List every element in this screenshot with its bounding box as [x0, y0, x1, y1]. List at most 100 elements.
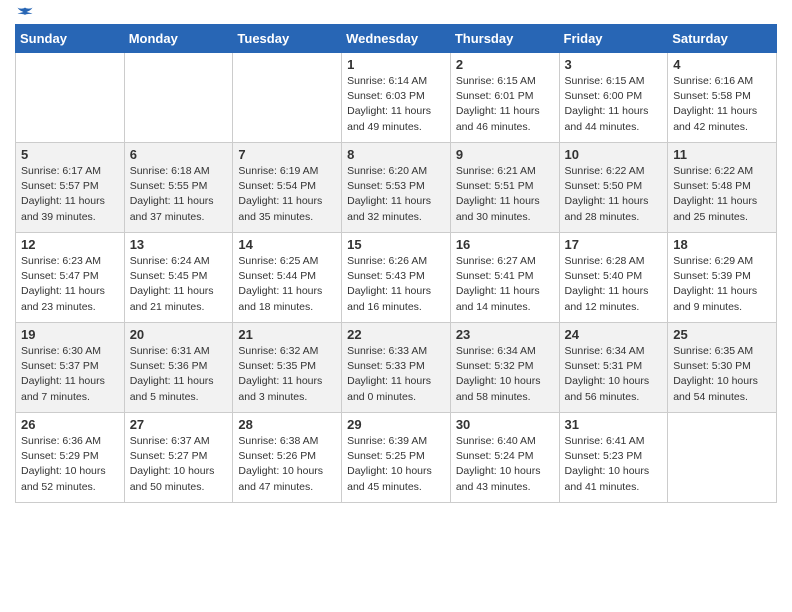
- calendar-week-row: 12 Sunrise: 6:23 AM Sunset: 5:47 PM Dayli…: [16, 233, 777, 323]
- day-number: 19: [21, 327, 119, 342]
- day-info: Sunrise: 6:26 AM Sunset: 5:43 PM Dayligh…: [347, 254, 445, 315]
- calendar-cell: 1 Sunrise: 6:14 AM Sunset: 6:03 PM Daylig…: [342, 53, 451, 143]
- calendar-cell: 11Sunrise: 6:22 AM Sunset: 5:48 PM Dayli…: [668, 143, 777, 233]
- day-info: Sunrise: 6:19 AM Sunset: 5:54 PM Dayligh…: [238, 164, 336, 225]
- day-info: Sunrise: 6:22 AM Sunset: 5:50 PM Dayligh…: [565, 164, 663, 225]
- day-number: 25: [673, 327, 771, 342]
- day-number: 22: [347, 327, 445, 342]
- calendar-table: SundayMondayTuesdayWednesdayThursdayFrid…: [15, 24, 777, 503]
- calendar-cell: 21Sunrise: 6:32 AM Sunset: 5:35 PM Dayli…: [233, 323, 342, 413]
- header: [15, 10, 777, 20]
- day-number: 20: [130, 327, 228, 342]
- calendar-cell: 17 Sunrise: 6:28 AM Sunset: 5:40 PM Dayli…: [559, 233, 668, 323]
- day-number: 26: [21, 417, 119, 432]
- calendar-cell: 4 Sunrise: 6:16 AM Sunset: 5:58 PM Daylig…: [668, 53, 777, 143]
- calendar-header-friday: Friday: [559, 25, 668, 53]
- calendar-cell: 24Sunrise: 6:34 AM Sunset: 5:31 PM Dayli…: [559, 323, 668, 413]
- calendar-cell: 14 Sunrise: 6:25 AM Sunset: 5:44 PM Dayli…: [233, 233, 342, 323]
- day-info: Sunrise: 6:30 AM Sunset: 5:37 PM Dayligh…: [21, 344, 119, 405]
- day-number: 14: [238, 237, 336, 252]
- calendar-cell: 15 Sunrise: 6:26 AM Sunset: 5:43 PM Dayli…: [342, 233, 451, 323]
- day-info: Sunrise: 6:22 AM Sunset: 5:48 PM Dayligh…: [673, 164, 771, 225]
- day-info: Sunrise: 6:36 AM Sunset: 5:29 PM Dayligh…: [21, 434, 119, 495]
- day-info: Sunrise: 6:39 AM Sunset: 5:25 PM Dayligh…: [347, 434, 445, 495]
- day-number: 6: [130, 147, 228, 162]
- day-info: Sunrise: 6:37 AM Sunset: 5:27 PM Dayligh…: [130, 434, 228, 495]
- day-info: Sunrise: 6:41 AM Sunset: 5:23 PM Dayligh…: [565, 434, 663, 495]
- day-info: Sunrise: 6:28 AM Sunset: 5:40 PM Dayligh…: [565, 254, 663, 315]
- day-info: Sunrise: 6:18 AM Sunset: 5:55 PM Dayligh…: [130, 164, 228, 225]
- calendar-cell: 22 Sunrise: 6:33 AM Sunset: 5:33 PM Dayli…: [342, 323, 451, 413]
- day-info: Sunrise: 6:25 AM Sunset: 5:44 PM Dayligh…: [238, 254, 336, 315]
- day-info: Sunrise: 6:34 AM Sunset: 5:32 PM Dayligh…: [456, 344, 554, 405]
- day-info: Sunrise: 6:23 AM Sunset: 5:47 PM Dayligh…: [21, 254, 119, 315]
- day-info: Sunrise: 6:14 AM Sunset: 6:03 PM Dayligh…: [347, 74, 445, 135]
- calendar-cell: 29Sunrise: 6:39 AM Sunset: 5:25 PM Dayli…: [342, 413, 451, 503]
- calendar-cell: 18 Sunrise: 6:29 AM Sunset: 5:39 PM Dayli…: [668, 233, 777, 323]
- calendar-week-row: 19 Sunrise: 6:30 AM Sunset: 5:37 PM Dayli…: [16, 323, 777, 413]
- calendar-cell: 20 Sunrise: 6:31 AM Sunset: 5:36 PM Dayli…: [124, 323, 233, 413]
- calendar-header-sunday: Sunday: [16, 25, 125, 53]
- calendar-cell: 30 Sunrise: 6:40 AM Sunset: 5:24 PM Dayli…: [450, 413, 559, 503]
- calendar-cell: [16, 53, 125, 143]
- calendar-cell: 13 Sunrise: 6:24 AM Sunset: 5:45 PM Dayli…: [124, 233, 233, 323]
- day-number: 30: [456, 417, 554, 432]
- calendar-week-row: 5 Sunrise: 6:17 AM Sunset: 5:57 PM Daylig…: [16, 143, 777, 233]
- day-info: Sunrise: 6:31 AM Sunset: 5:36 PM Dayligh…: [130, 344, 228, 405]
- day-info: Sunrise: 6:15 AM Sunset: 6:01 PM Dayligh…: [456, 74, 554, 135]
- calendar-cell: 28 Sunrise: 6:38 AM Sunset: 5:26 PM Dayli…: [233, 413, 342, 503]
- day-info: Sunrise: 6:29 AM Sunset: 5:39 PM Dayligh…: [673, 254, 771, 315]
- calendar-header-thursday: Thursday: [450, 25, 559, 53]
- day-number: 17: [565, 237, 663, 252]
- page-container: SundayMondayTuesdayWednesdayThursdayFrid…: [0, 0, 792, 513]
- calendar-cell: 16Sunrise: 6:27 AM Sunset: 5:41 PM Dayli…: [450, 233, 559, 323]
- day-info: Sunrise: 6:17 AM Sunset: 5:57 PM Dayligh…: [21, 164, 119, 225]
- day-info: Sunrise: 6:32 AM Sunset: 5:35 PM Dayligh…: [238, 344, 336, 405]
- calendar-cell: [233, 53, 342, 143]
- calendar-cell: 25Sunrise: 6:35 AM Sunset: 5:30 PM Dayli…: [668, 323, 777, 413]
- calendar-cell: 10Sunrise: 6:22 AM Sunset: 5:50 PM Dayli…: [559, 143, 668, 233]
- calendar-week-row: 26 Sunrise: 6:36 AM Sunset: 5:29 PM Dayli…: [16, 413, 777, 503]
- calendar-header-wednesday: Wednesday: [342, 25, 451, 53]
- day-number: 28: [238, 417, 336, 432]
- day-number: 18: [673, 237, 771, 252]
- day-info: Sunrise: 6:16 AM Sunset: 5:58 PM Dayligh…: [673, 74, 771, 135]
- calendar-cell: 31Sunrise: 6:41 AM Sunset: 5:23 PM Dayli…: [559, 413, 668, 503]
- day-info: Sunrise: 6:38 AM Sunset: 5:26 PM Dayligh…: [238, 434, 336, 495]
- calendar-header-saturday: Saturday: [668, 25, 777, 53]
- calendar-cell: 6 Sunrise: 6:18 AM Sunset: 5:55 PM Daylig…: [124, 143, 233, 233]
- day-number: 13: [130, 237, 228, 252]
- day-number: 3: [565, 57, 663, 72]
- day-number: 4: [673, 57, 771, 72]
- day-info: Sunrise: 6:15 AM Sunset: 6:00 PM Dayligh…: [565, 74, 663, 135]
- day-number: 23: [456, 327, 554, 342]
- calendar-header-tuesday: Tuesday: [233, 25, 342, 53]
- calendar-cell: 26 Sunrise: 6:36 AM Sunset: 5:29 PM Dayli…: [16, 413, 125, 503]
- day-number: 5: [21, 147, 119, 162]
- day-info: Sunrise: 6:21 AM Sunset: 5:51 PM Dayligh…: [456, 164, 554, 225]
- day-info: Sunrise: 6:27 AM Sunset: 5:41 PM Dayligh…: [456, 254, 554, 315]
- day-number: 12: [21, 237, 119, 252]
- day-number: 9: [456, 147, 554, 162]
- calendar-cell: 19 Sunrise: 6:30 AM Sunset: 5:37 PM Dayli…: [16, 323, 125, 413]
- calendar-header-monday: Monday: [124, 25, 233, 53]
- day-number: 24: [565, 327, 663, 342]
- calendar-header-row: SundayMondayTuesdayWednesdayThursdayFrid…: [16, 25, 777, 53]
- logo: [15, 10, 34, 20]
- calendar-cell: 27Sunrise: 6:37 AM Sunset: 5:27 PM Dayli…: [124, 413, 233, 503]
- calendar-cell: [668, 413, 777, 503]
- day-info: Sunrise: 6:24 AM Sunset: 5:45 PM Dayligh…: [130, 254, 228, 315]
- day-info: Sunrise: 6:20 AM Sunset: 5:53 PM Dayligh…: [347, 164, 445, 225]
- calendar-week-row: 1 Sunrise: 6:14 AM Sunset: 6:03 PM Daylig…: [16, 53, 777, 143]
- day-number: 8: [347, 147, 445, 162]
- calendar-cell: [124, 53, 233, 143]
- day-number: 7: [238, 147, 336, 162]
- day-number: 1: [347, 57, 445, 72]
- calendar-cell: 9 Sunrise: 6:21 AM Sunset: 5:51 PM Daylig…: [450, 143, 559, 233]
- calendar-cell: 8 Sunrise: 6:20 AM Sunset: 5:53 PM Daylig…: [342, 143, 451, 233]
- calendar-cell: 5 Sunrise: 6:17 AM Sunset: 5:57 PM Daylig…: [16, 143, 125, 233]
- day-info: Sunrise: 6:40 AM Sunset: 5:24 PM Dayligh…: [456, 434, 554, 495]
- day-number: 15: [347, 237, 445, 252]
- day-number: 2: [456, 57, 554, 72]
- day-info: Sunrise: 6:33 AM Sunset: 5:33 PM Dayligh…: [347, 344, 445, 405]
